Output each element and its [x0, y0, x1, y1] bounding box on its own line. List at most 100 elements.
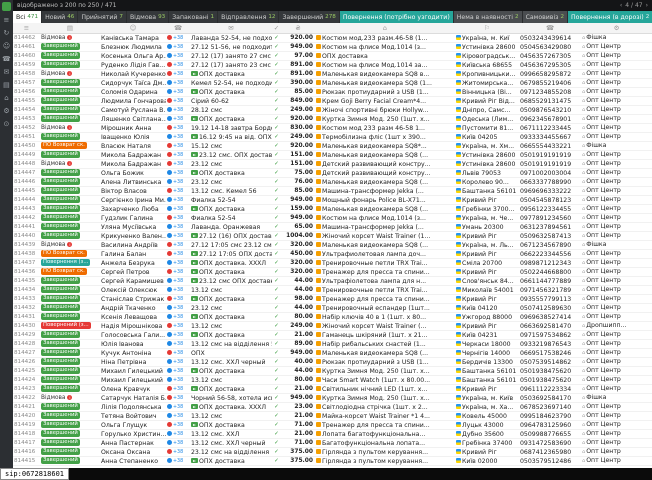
tab-pickup[interactable]: Самовивіз2: [523, 11, 568, 23]
refused-info-icon[interactable]: i: [67, 125, 72, 130]
next-page-button[interactable]: ›: [646, 2, 648, 9]
phone2-icon[interactable]: ☎: [519, 24, 581, 32]
orders-icon[interactable]: ≡: [4, 16, 10, 24]
contacts-icon[interactable]: ☺: [3, 42, 10, 50]
call-status-icon[interactable]: [167, 89, 172, 94]
call-status-icon[interactable]: [167, 332, 172, 337]
order-source-text: Опт Центр: [586, 160, 621, 167]
tab-out-of-stock[interactable]: Нема в наявності2: [454, 11, 523, 23]
refused-info-icon[interactable]: i: [67, 71, 72, 76]
status-icon[interactable]: ▤: [40, 24, 100, 32]
app-logo-icon[interactable]: [2, 2, 11, 11]
refused-info-icon[interactable]: i: [67, 242, 72, 247]
call-status-icon[interactable]: [167, 35, 172, 40]
tab-shipped[interactable]: Відправлення12: [218, 11, 279, 23]
order-id: 814443: [13, 205, 40, 214]
price-icon[interactable]: ₴: [281, 24, 315, 32]
tab-return-approve[interactable]: Повернення (потрібно узгодити): [340, 11, 454, 23]
call-status-icon[interactable]: [167, 242, 172, 247]
tab-all[interactable]: Всі471: [13, 11, 42, 23]
call-status-icon[interactable]: [167, 179, 172, 184]
call-status-icon[interactable]: [167, 368, 172, 373]
call-status-icon[interactable]: [167, 152, 172, 157]
call-status-icon[interactable]: [167, 278, 172, 283]
call-status-icon[interactable]: [167, 269, 172, 274]
tab-packed[interactable]: Запаковані1: [169, 11, 218, 23]
call-status-icon[interactable]: [167, 134, 172, 139]
paid-icon[interactable]: ✓: [272, 24, 281, 32]
call-status-icon[interactable]: [167, 413, 172, 418]
power-icon[interactable]: ⊙: [4, 120, 10, 128]
order-comment: 13.12 смс: [190, 376, 272, 385]
call-status-icon[interactable]: [167, 44, 172, 49]
call-status-icon[interactable]: [167, 215, 172, 220]
call-status-icon[interactable]: [167, 125, 172, 130]
call-status-icon[interactable]: [167, 206, 172, 211]
calls-icon[interactable]: ☎: [2, 55, 11, 63]
order-items-text: Маленькая видеокамера SQ8 (...: [322, 152, 428, 159]
paid-check-icon: ✓: [272, 286, 281, 295]
order-comment: Лаванда 52-54, не подходит: [190, 34, 272, 43]
stats-icon[interactable]: ▤: [3, 81, 10, 89]
call-status-icon[interactable]: [167, 323, 172, 328]
menu-icon[interactable]: ≡: [13, 24, 40, 32]
refresh-icon[interactable]: ↻: [4, 29, 10, 37]
table-row[interactable]: 814415ЗавершенийАнна Степаненко+38►ОПХ д…: [13, 457, 652, 466]
call-status-icon[interactable]: [167, 386, 172, 391]
call-status-icon[interactable]: [167, 224, 172, 229]
call-status-icon[interactable]: [167, 170, 172, 175]
client-icon[interactable]: ☺: [100, 24, 166, 32]
warehouse-icon[interactable]: ⌂: [4, 94, 8, 102]
call-status-icon[interactable]: [167, 62, 172, 67]
call-status-icon[interactable]: [167, 80, 172, 85]
call-status-icon[interactable]: [167, 377, 172, 382]
call-status-icon[interactable]: [167, 71, 172, 76]
call-status-icon[interactable]: [167, 143, 172, 148]
settings-icon[interactable]: ⚙: [3, 107, 9, 115]
prev-page-button[interactable]: ‹: [620, 2, 622, 9]
address-icon[interactable]: ⚐: [455, 24, 519, 32]
product-icon[interactable]: ⌂: [315, 24, 455, 32]
call-status-icon[interactable]: [167, 458, 172, 463]
tab-return-transit[interactable]: Повернення (в дорозі)2: [568, 11, 652, 23]
call-status-icon[interactable]: [167, 107, 172, 112]
tab-refused[interactable]: Відмова93: [127, 11, 169, 23]
call-status-icon[interactable]: [167, 341, 172, 346]
call-status-icon[interactable]: [167, 314, 172, 319]
call-status-icon[interactable]: [167, 404, 172, 409]
call-status-icon[interactable]: [167, 359, 172, 364]
call-status-icon[interactable]: [167, 233, 172, 238]
call-status-icon[interactable]: [167, 287, 172, 292]
call-status-icon[interactable]: [167, 305, 172, 310]
call-status-icon[interactable]: [167, 422, 172, 427]
call-status-icon[interactable]: [167, 260, 172, 265]
sip-indicator[interactable]: sip:0672818601: [0, 468, 69, 480]
call-status-icon[interactable]: [167, 251, 172, 256]
order-id: 814432: [13, 304, 40, 313]
call-status-icon[interactable]: [167, 350, 172, 355]
refused-info-icon[interactable]: i: [67, 161, 72, 166]
refused-info-icon[interactable]: i: [67, 35, 72, 40]
call-status-icon[interactable]: [167, 161, 172, 166]
call-status-icon[interactable]: [167, 197, 172, 202]
paid-check-icon: ✓: [272, 187, 281, 196]
phone-prefix-badge: +38: [173, 126, 183, 131]
tab-accepted[interactable]: Прийнятий7: [78, 11, 127, 23]
tab-new[interactable]: Новий46: [42, 11, 78, 23]
call-status-icon[interactable]: [167, 431, 172, 436]
source-icon[interactable]: ⚙: [581, 24, 652, 32]
phone-icon[interactable]: ☎: [166, 24, 190, 32]
call-status-icon[interactable]: [167, 53, 172, 58]
call-status-icon[interactable]: [167, 395, 172, 400]
call-status-icon[interactable]: [167, 449, 172, 454]
tab-completed[interactable]: Завершений278: [279, 11, 339, 23]
comment-icon[interactable]: ✉: [190, 24, 272, 32]
call-status-icon[interactable]: [167, 116, 172, 121]
call-status-icon[interactable]: [167, 98, 172, 103]
call-status-icon[interactable]: [167, 188, 172, 193]
call-status-icon[interactable]: [167, 296, 172, 301]
call-status-icon[interactable]: [167, 440, 172, 445]
mail-icon[interactable]: ✉: [4, 68, 10, 76]
refused-info-icon[interactable]: i: [67, 395, 72, 400]
delivery-address-text: Ковель 45000: [462, 413, 507, 420]
